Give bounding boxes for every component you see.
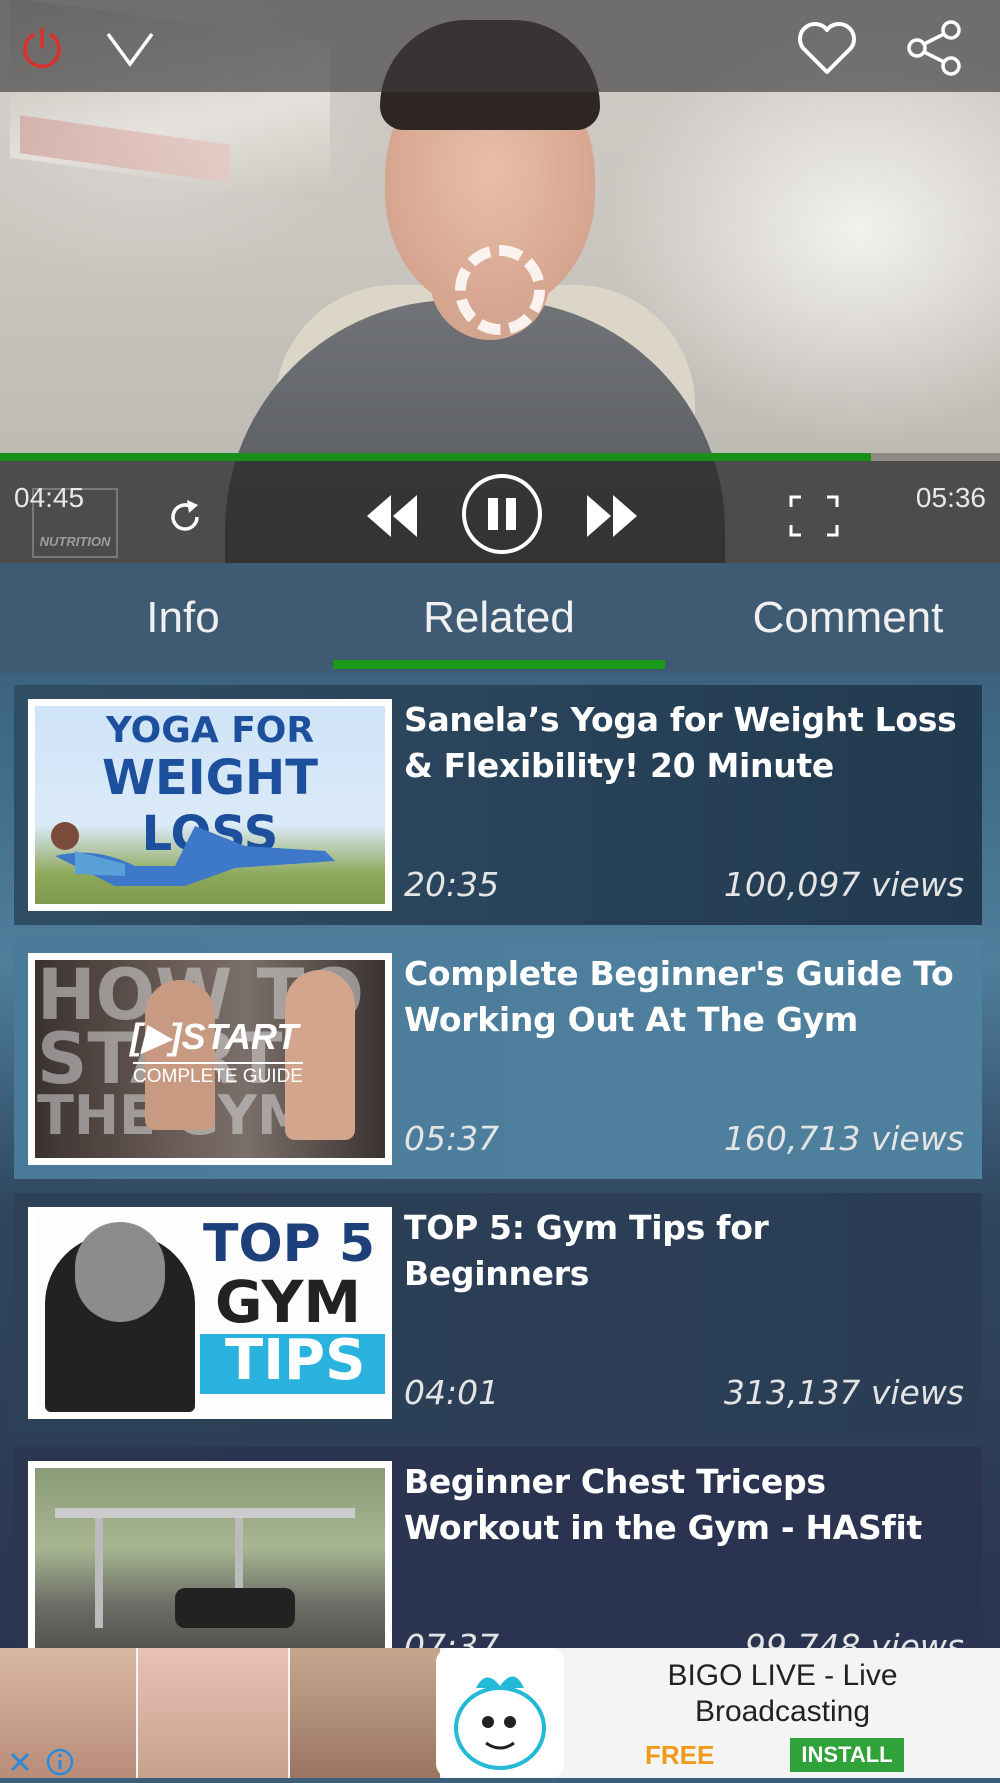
video-title[interactable]: Beginner Chest Triceps Workout in the Gy… [404, 1459, 964, 1551]
rewind-icon[interactable] [360, 488, 424, 544]
fast-forward-icon[interactable] [580, 488, 644, 544]
pause-icon[interactable] [460, 472, 544, 556]
fullscreen-icon[interactable] [786, 488, 842, 544]
chevron-down-icon[interactable] [100, 20, 160, 76]
list-item[interactable]: Beginner Chest Triceps Workout in the Gy… [14, 1447, 982, 1648]
video-duration: 20:35 [404, 865, 500, 904]
video-views: 313,137 views [723, 1373, 964, 1412]
video-thumbnail[interactable]: HOW TO START THE GYM [▶]START COMPLETE G… [28, 953, 392, 1165]
thumbnail-text: [▶]START [130, 1016, 299, 1057]
video-thumbnail[interactable] [28, 1461, 392, 1648]
tab-info[interactable]: Info [0, 593, 366, 643]
video-views: 99,748 views [744, 1627, 964, 1648]
list-item[interactable]: TOP 5 GYM TIPS TOP 5: Gym Tips for Begin… [14, 1193, 982, 1433]
video-title[interactable]: Complete Beginner's Guide To Working Out… [404, 951, 964, 1043]
thumbnail-text: TIPS [225, 1328, 366, 1393]
video-views: 100,097 views [723, 865, 964, 904]
tab-bar: Info Related Comment [0, 563, 1000, 673]
tab-comment[interactable]: Comment [680, 593, 1000, 643]
bigo-logo-icon [436, 1648, 564, 1778]
thumbnail-text: COMPLETE GUIDE [133, 1062, 303, 1088]
replay-icon[interactable] [160, 492, 210, 542]
share-icon[interactable] [900, 16, 970, 80]
heart-icon[interactable] [792, 16, 862, 80]
thumbnail-figure [175, 1588, 295, 1628]
progress-fill [0, 453, 871, 461]
active-tab-indicator [333, 660, 665, 669]
video-title[interactable]: TOP 5: Gym Tips for Beginners [404, 1205, 964, 1297]
ad-image [290, 1648, 440, 1778]
video-views: 160,713 views [723, 1119, 964, 1158]
ad-price: FREE [645, 1740, 715, 1770]
video-duration: 04:01 [404, 1373, 500, 1412]
ad-install-button[interactable]: INSTALL [790, 1738, 904, 1772]
close-icon[interactable] [4, 1746, 36, 1778]
related-video-list[interactable]: YOGA FOR WEIGHT LOSS Sanela’s Yoga for W… [0, 673, 1000, 1648]
thumbnail-text: TOP 5 [203, 1214, 376, 1274]
video-thumbnail[interactable]: TOP 5 GYM TIPS [28, 1207, 392, 1419]
ad-image [138, 1648, 288, 1778]
progress-bar[interactable] [0, 453, 1000, 461]
power-icon[interactable] [14, 20, 70, 76]
list-item[interactable]: YOGA FOR WEIGHT LOSS Sanela’s Yoga for W… [14, 685, 982, 925]
video-duration: 07:37 [404, 1627, 500, 1648]
video-player[interactable]: NUTRITION 04:45 05:36 [0, 0, 1000, 563]
tab-related[interactable]: Related [333, 593, 665, 643]
ad-banner[interactable]: BIGO LIVE - Live Broadcasting FREE INSTA… [0, 1648, 1000, 1778]
video-title[interactable]: Sanela’s Yoga for Weight Loss & Flexibil… [404, 697, 964, 789]
thumbnail-figure [51, 822, 335, 886]
info-icon[interactable] [44, 1746, 76, 1778]
thumbnail-figure [75, 1222, 165, 1322]
thumbnail-figure [55, 1508, 355, 1518]
current-time: 04:45 [14, 482, 85, 513]
total-time: 05:36 [915, 482, 986, 513]
loading-spinner-icon [455, 245, 545, 335]
thumbnail-text: GYM [215, 1268, 362, 1336]
video-thumbnail[interactable]: YOGA FOR WEIGHT LOSS [28, 699, 392, 911]
thumbnail-text: YOGA FOR [105, 710, 315, 751]
thumbnail-figure [95, 1518, 103, 1628]
ad-title[interactable]: BIGO LIVE - Live Broadcasting [600, 1658, 965, 1730]
video-duration: 05:37 [404, 1119, 500, 1158]
list-item[interactable]: HOW TO START THE GYM [▶]START COMPLETE G… [14, 939, 982, 1179]
